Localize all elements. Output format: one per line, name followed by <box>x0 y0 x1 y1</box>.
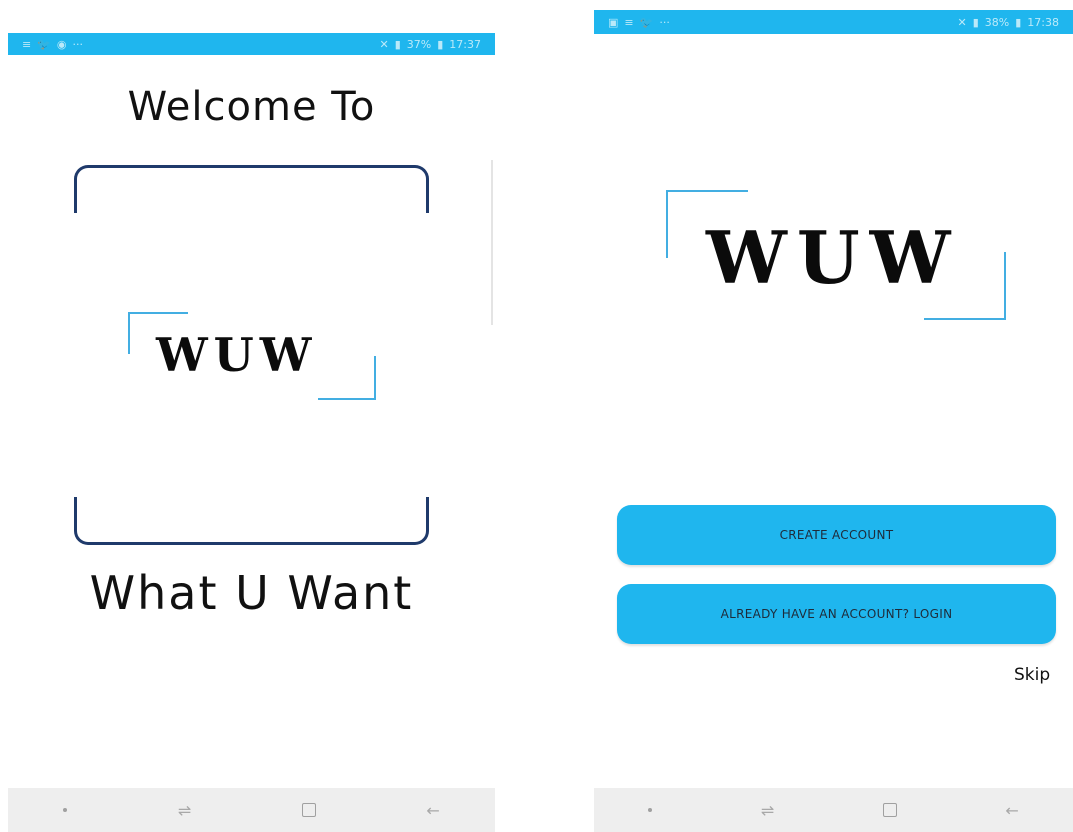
battery-percent: 37% <box>406 37 432 51</box>
mute-icon: ✕ <box>957 15 967 29</box>
welcome-screen: ≡ 🐦 ◉ ··· ✕ ▮ 37% ▮ 17:37 Welcome To WUW… <box>8 0 495 832</box>
notification-icon: ≡ <box>22 37 32 51</box>
app-logo: WUW <box>156 328 318 382</box>
gallery-icon: ▣ <box>608 15 619 29</box>
frame-bottom-bracket <box>74 497 429 545</box>
back-icon[interactable]: ← <box>426 801 439 820</box>
recent-apps-dot-icon[interactable] <box>63 808 68 812</box>
system-status: ✕ ▮ 37% ▮ 17:37 <box>380 38 482 51</box>
navigation-bar: ⇌ ← <box>594 788 1073 832</box>
status-bar: ▣ ≡ 🐦 ··· ✕ ▮ 38% ▮ 17:38 <box>594 10 1073 34</box>
more-icon: ··· <box>659 15 670 29</box>
auth-screen: ▣ ≡ 🐦 ··· ✕ ▮ 38% ▮ 17:38 WUW CREATE ACC… <box>594 0 1073 832</box>
signal-icon: ▮ <box>394 37 401 51</box>
clock: 17:38 <box>1027 15 1059 29</box>
skip-link[interactable]: Skip <box>1014 665 1050 685</box>
back-icon[interactable]: ← <box>1005 801 1018 820</box>
home-icon[interactable] <box>882 803 897 817</box>
battery-icon: ▮ <box>1015 15 1022 29</box>
twitter-icon: 🐦 <box>37 37 51 51</box>
twitter-icon: 🐦 <box>639 15 654 29</box>
recents-icon[interactable]: ⇌ <box>761 801 774 820</box>
notification-icons: ▣ ≡ 🐦 ··· <box>608 16 670 29</box>
notification-icon: ◉ <box>56 37 67 51</box>
divider <box>491 160 493 325</box>
logo-corner-bottom-right <box>318 356 376 400</box>
clock: 17:37 <box>449 37 481 51</box>
login-button[interactable]: ALREADY HAVE AN ACCOUNT? LOGIN <box>617 584 1056 644</box>
logo-corner-bottom-right <box>924 252 1006 320</box>
recent-apps-dot-icon[interactable] <box>648 808 653 812</box>
more-icon: ··· <box>72 37 84 51</box>
mute-icon: ✕ <box>379 37 389 51</box>
recents-icon[interactable]: ⇌ <box>178 801 191 820</box>
frame-top-bracket <box>74 165 429 213</box>
signal-icon: ▮ <box>972 15 979 29</box>
welcome-title: Welcome To <box>127 84 376 130</box>
home-icon[interactable] <box>301 803 316 817</box>
battery-icon: ▮ <box>437 37 444 51</box>
create-account-button[interactable]: CREATE ACCOUNT <box>617 505 1056 565</box>
app-logo: WUW <box>706 215 961 300</box>
navigation-bar: ⇌ ← <box>8 788 495 832</box>
welcome-subtitle: What U Want <box>89 566 414 620</box>
status-bar: ≡ 🐦 ◉ ··· ✕ ▮ 37% ▮ 17:37 <box>8 33 495 55</box>
battery-percent: 38% <box>984 15 1010 29</box>
notification-icons: ≡ 🐦 ◉ ··· <box>22 38 83 51</box>
notification-icon: ≡ <box>624 15 634 29</box>
system-status: ✕ ▮ 38% ▮ 17:38 <box>958 16 1060 29</box>
